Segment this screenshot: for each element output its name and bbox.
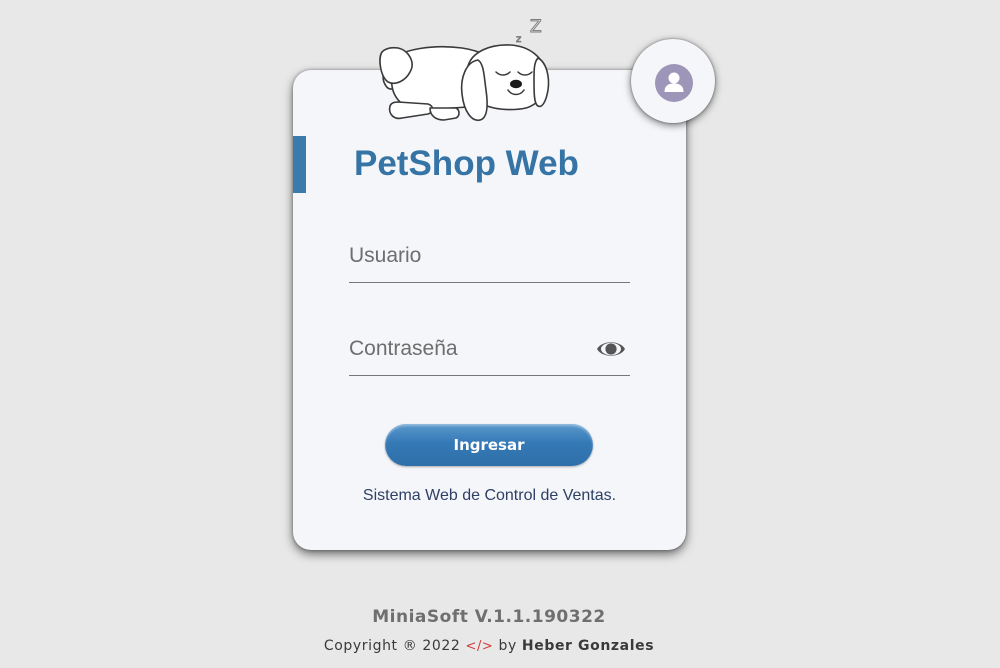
author-name: Heber Gonzales	[521, 638, 655, 654]
app-title: PetShop Web	[354, 144, 579, 183]
password-field	[349, 329, 630, 376]
user-icon	[655, 64, 693, 102]
password-input[interactable]	[349, 329, 589, 369]
username-input[interactable]	[349, 236, 589, 276]
copyright-text: Copyright ® 2022	[323, 638, 461, 654]
eye-icon[interactable]	[596, 338, 626, 360]
app-version: MiniaSoft V.1.1.190322	[372, 607, 606, 627]
sleep-z-large: Z	[530, 17, 542, 37]
avatar-badge	[631, 39, 715, 123]
login-card: PetShop Web Ingresar Sistema Web de Cont…	[293, 70, 686, 550]
by-text: by	[498, 638, 517, 654]
sleep-z-small: z	[516, 34, 521, 45]
title-accent-bar	[293, 136, 306, 193]
sleeping-dog-icon: Z z	[379, 17, 550, 121]
code-icon: </>	[465, 639, 494, 654]
footer-copyright: Copyright ® 2022 </> by Heber Gonzales	[0, 638, 978, 654]
login-button[interactable]: Ingresar	[385, 424, 593, 466]
app-subtitle: Sistema Web de Control de Ventas.	[362, 487, 617, 504]
username-field	[349, 236, 630, 283]
